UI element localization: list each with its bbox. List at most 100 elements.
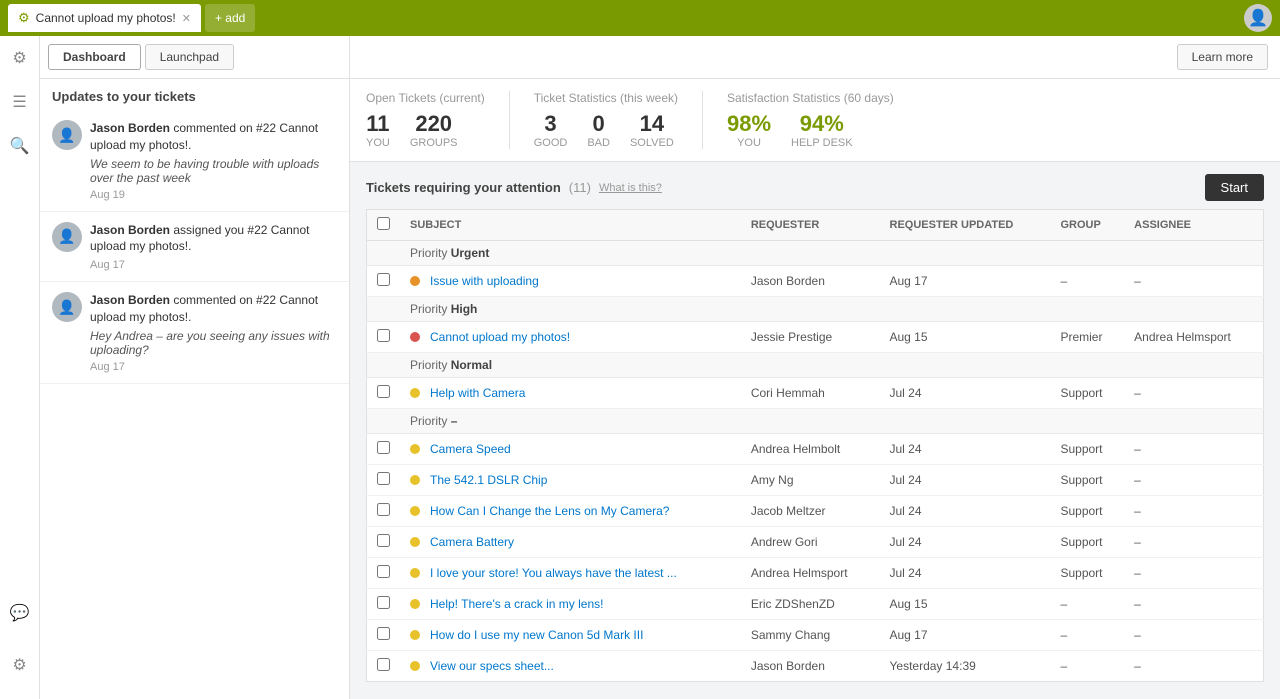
ticket-link[interactable]: Issue with uploading [430, 274, 539, 288]
tickets-section: Tickets requiring your attention (11) Wh… [350, 162, 1280, 682]
assignee-cell: – [1124, 434, 1263, 465]
update-item: 👤 Jason Borden commented on #22 Cannot u… [40, 282, 349, 384]
open-tickets-title: Open Tickets (current) [366, 91, 485, 105]
ticket-link[interactable]: The 542.1 DSLR Chip [430, 473, 547, 487]
priority-row: Priority – [367, 409, 1264, 434]
sidebar-icon-search[interactable]: 🔍 [6, 132, 34, 160]
row-checkbox[interactable] [377, 273, 390, 286]
update-content: Jason Borden assigned you #22 Cannot upl… [90, 222, 337, 272]
group-cell: – [1050, 651, 1124, 682]
row-check-cell [367, 527, 401, 558]
row-checkbox[interactable] [377, 329, 390, 342]
updated-cell: Jul 24 [880, 434, 1051, 465]
ticket-link[interactable]: Camera Battery [430, 535, 514, 549]
update-item: 👤 Jason Borden assigned you #22 Cannot u… [40, 212, 349, 283]
group-cell: – [1050, 620, 1124, 651]
assignee-cell: – [1124, 378, 1263, 409]
row-check-cell [367, 434, 401, 465]
table-header-row: SUBJECT REQUESTER REQUESTER UPDATED GROU… [367, 210, 1264, 241]
satisfaction-stats-title: Satisfaction Statistics (60 days) [727, 91, 894, 105]
tab-launchpad[interactable]: Launchpad [145, 44, 234, 70]
satisfaction-helpdesk: 94% HELP DESK [791, 111, 853, 149]
priority-dot [410, 630, 420, 640]
ticket-link[interactable]: I love your store! You always have the l… [430, 566, 677, 580]
tickets-table: SUBJECT REQUESTER REQUESTER UPDATED GROU… [366, 209, 1264, 682]
left-panel-tabs: Dashboard Launchpad [40, 36, 349, 79]
row-checkbox[interactable] [377, 441, 390, 454]
table-row: Camera Speed Andrea Helmbolt Jul 24 Supp… [367, 434, 1264, 465]
ticket-stats-good: 3 GOOD [534, 111, 568, 149]
row-checkbox[interactable] [377, 596, 390, 609]
avatar[interactable]: 👤 [1244, 4, 1272, 32]
requester-cell: Amy Ng [741, 465, 880, 496]
row-checkbox[interactable] [377, 534, 390, 547]
priority-dot [410, 537, 420, 547]
what-is-this-link[interactable]: What is this? [599, 182, 662, 194]
subject-inner: The 542.1 DSLR Chip [410, 473, 731, 487]
update-avatar: 👤 [52, 120, 82, 150]
group-cell: Support [1050, 434, 1124, 465]
sidebar-icon-chat[interactable]: 💬 [6, 599, 34, 627]
subject-cell: Camera Speed [400, 434, 741, 465]
update-date: Aug 19 [90, 189, 337, 201]
tab-dashboard[interactable]: Dashboard [48, 44, 141, 70]
start-button[interactable]: Start [1205, 174, 1264, 201]
requester-cell: Andrew Gori [741, 527, 880, 558]
update-text: Jason Borden assigned you #22 Cannot upl… [90, 222, 337, 256]
ticket-link[interactable]: How Can I Change the Lens on My Camera? [430, 504, 669, 518]
updated-cell: Jul 24 [880, 378, 1051, 409]
sidebar-icon-menu[interactable]: ☰ [6, 88, 34, 116]
group-cell: Support [1050, 496, 1124, 527]
ticket-link[interactable]: How do I use my new Canon 5d Mark III [430, 628, 643, 642]
row-checkbox[interactable] [377, 503, 390, 516]
requester-cell: Andrea Helmsport [741, 558, 880, 589]
update-content: Jason Borden commented on #22 Cannot upl… [90, 292, 337, 373]
learn-more-button[interactable]: Learn more [1177, 44, 1268, 70]
row-checkbox[interactable] [377, 385, 390, 398]
group-cell: – [1050, 266, 1124, 297]
priority-dot [410, 276, 420, 286]
topbar: ⚙ Cannot upload my photos! ✕ + add 👤 [0, 0, 1280, 36]
stats-section: Open Tickets (current) 11 YOU 220 GROUPS [350, 79, 1280, 162]
subject-cell: I love your store! You always have the l… [400, 558, 741, 589]
subject-cell: View our specs sheet... [400, 651, 741, 682]
col-requester: REQUESTER [741, 210, 880, 241]
active-tab-title: Cannot upload my photos! [36, 11, 176, 25]
priority-dot [410, 506, 420, 516]
updates-list: 👤 Jason Borden commented on #22 Cannot u… [40, 110, 349, 699]
row-checkbox[interactable] [377, 658, 390, 671]
row-checkbox[interactable] [377, 472, 390, 485]
priority-dot [410, 661, 420, 671]
row-checkbox[interactable] [377, 627, 390, 640]
requester-cell: Jessie Prestige [741, 322, 880, 353]
updated-cell: Aug 15 [880, 322, 1051, 353]
update-quote: Hey Andrea – are you seeing any issues w… [90, 329, 337, 357]
updated-cell: Aug 17 [880, 620, 1051, 651]
requester-cell: Sammy Chang [741, 620, 880, 651]
update-date: Aug 17 [90, 361, 337, 373]
close-icon[interactable]: ✕ [182, 12, 191, 25]
update-text: Jason Borden commented on #22 Cannot upl… [90, 292, 337, 326]
open-tickets-groups: 220 GROUPS [410, 111, 458, 149]
subject-inner: Camera Speed [410, 442, 731, 456]
subject-inner: How do I use my new Canon 5d Mark III [410, 628, 731, 642]
ticket-link[interactable]: Help with Camera [430, 386, 525, 400]
sidebar-icons: ⚙ ☰ 🔍 💬 ⚙ [0, 36, 40, 699]
ticket-link[interactable]: Help! There's a crack in my lens! [430, 597, 603, 611]
select-all-checkbox[interactable] [377, 217, 390, 230]
tickets-header: Tickets requiring your attention (11) Wh… [366, 174, 1264, 201]
sidebar-icon-settings[interactable]: ⚙ [6, 44, 34, 72]
ticket-link[interactable]: Cannot upload my photos! [430, 330, 570, 344]
sidebar-icon-gear[interactable]: ⚙ [6, 651, 34, 679]
ticket-link[interactable]: View our specs sheet... [430, 659, 554, 673]
ticket-stats-group: Ticket Statistics (this week) 3 GOOD 0 B… [534, 91, 703, 149]
active-tab[interactable]: ⚙ Cannot upload my photos! ✕ [8, 4, 201, 32]
updated-cell: Jul 24 [880, 496, 1051, 527]
ticket-stats-numbers: 3 GOOD 0 BAD 14 SOLVED [534, 111, 678, 149]
subject-cell: How Can I Change the Lens on My Camera? [400, 496, 741, 527]
table-row: Help with Camera Cori Hemmah Jul 24 Supp… [367, 378, 1264, 409]
add-tab-button[interactable]: + add [205, 4, 255, 32]
row-checkbox[interactable] [377, 565, 390, 578]
ticket-link[interactable]: Camera Speed [430, 442, 511, 456]
priority-dot [410, 388, 420, 398]
